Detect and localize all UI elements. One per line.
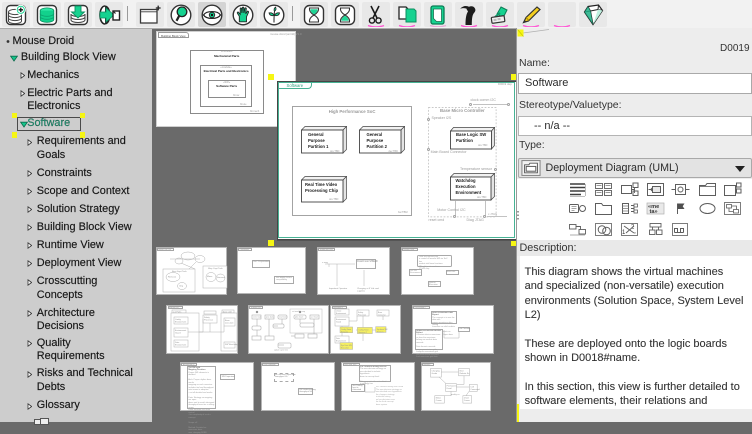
svg-text:eval state: eval state [279, 315, 287, 318]
svg-text:Services: Services [341, 331, 348, 333]
svg-text:Grade: Grade [431, 373, 437, 375]
svg-text:sens read: sens read [253, 316, 261, 318]
svg-text:base cntrl: base cntrl [223, 310, 232, 313]
svg-text:Environment: Environment [336, 339, 347, 342]
svg-text:Guard: Guard [175, 332, 181, 334]
svg-text:quality cn: quality cn [451, 393, 459, 396]
svg-text:Best Supt Task: Best Supt Task [172, 270, 187, 273]
svg-text:Environment: Environment [336, 312, 347, 315]
svg-text:proc data: proc data [266, 315, 274, 318]
svg-text:Command: Command [470, 389, 479, 391]
svg-text:Guard: Guard [336, 321, 341, 323]
svg-text:Sensors: Sensors [217, 276, 226, 279]
svg-text:Services: Services [377, 331, 384, 333]
svg-text:Processor: Processor [204, 319, 213, 321]
svg-text:Comm: Comm [463, 400, 469, 402]
svg-text:Droid: Droid [446, 388, 451, 390]
svg-text:ta»: ta» [650, 209, 658, 215]
svg-text:supplies: supplies [357, 291, 366, 293]
svg-text:update cycle time: update cycle time [274, 348, 288, 351]
svg-text:Environment: Environment [175, 320, 187, 323]
svg-text:act move: act move [311, 315, 318, 318]
svg-text:Impatient Operator: Impatient Operator [329, 287, 348, 290]
svg-text:s w Parts: s w Parts [173, 310, 181, 313]
svg-text:Services 2: Services 2 [359, 332, 367, 334]
svg-text:executive: executive [378, 313, 386, 316]
svg-text:s msg: s msg [322, 262, 329, 264]
svg-text:Executive: Executive [341, 346, 349, 349]
svg-text:Move: Move [207, 276, 213, 278]
svg-text:Comm: Comm [435, 400, 441, 402]
svg-text:Robotic So: Robotic So [459, 372, 470, 375]
svg-text:virt machine seq: virt machine seq [292, 310, 305, 313]
svg-text:Environment: Environment [175, 343, 187, 346]
svg-text:executive: executive [225, 321, 234, 324]
svg-text:SW Watchdog: SW Watchdog [225, 343, 238, 346]
svg-text:Ship Capt Task: Ship Capt Task [208, 267, 224, 270]
svg-text:Processor: Processor [358, 314, 366, 316]
svg-text:plan move: plan move [295, 316, 303, 318]
svg-text:Remove: Remove [168, 277, 177, 279]
